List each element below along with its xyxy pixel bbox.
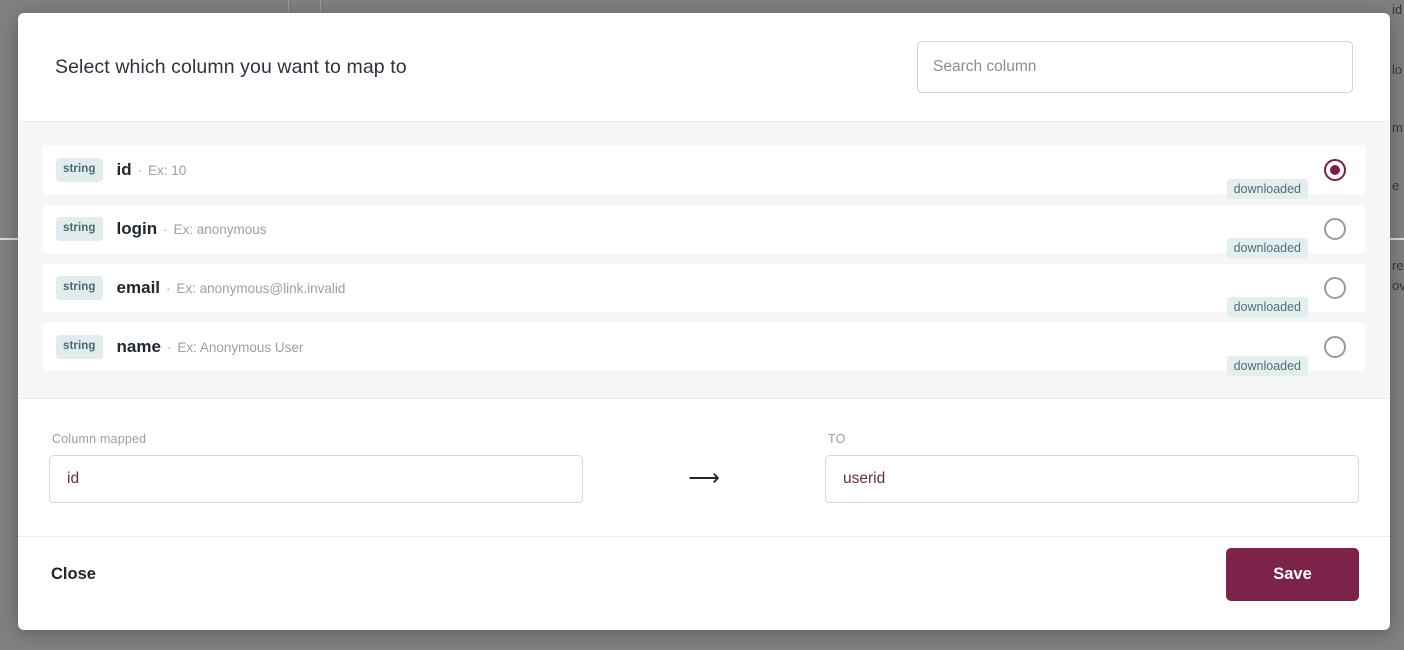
column-name: email — [117, 278, 160, 298]
background-column-divider — [320, 0, 321, 14]
column-separator: · — [167, 340, 171, 355]
target-column-group: TO userid — [825, 432, 1359, 503]
column-row[interactable]: string login · Ex: anonymous downloaded — [42, 205, 1366, 253]
column-separator: · — [163, 222, 167, 237]
column-example: Ex: anonymous — [174, 222, 267, 237]
column-row[interactable]: string email · Ex: anonymous@link.invali… — [42, 264, 1366, 312]
target-column-label: TO — [828, 432, 1359, 446]
column-radio-button[interactable] — [1324, 336, 1346, 358]
column-example: Ex: Anonymous User — [177, 340, 303, 355]
column-type-badge: string — [56, 276, 103, 300]
column-radio-button[interactable] — [1324, 218, 1346, 240]
column-status-badge: downloaded — [1227, 297, 1308, 317]
column-example: Ex: anonymous@link.invalid — [176, 281, 345, 296]
dialog-title: Select which column you want to map to — [55, 56, 407, 79]
mapping-section: Column mapped id ⟶ TO userid — [18, 399, 1390, 537]
background-text-fragment: m — [1392, 120, 1403, 135]
column-example: Ex: 10 — [148, 163, 186, 178]
source-column-label: Column mapped — [52, 432, 583, 446]
arrow-right-icon: ⟶ — [583, 467, 825, 489]
column-type-badge: string — [56, 335, 103, 359]
column-status-badge: downloaded — [1227, 179, 1308, 199]
column-radio-button[interactable] — [1324, 277, 1346, 299]
column-mapping-dialog: Select which column you want to map to s… — [18, 13, 1390, 630]
target-column-field[interactable]: userid — [825, 455, 1359, 503]
column-name: id — [117, 160, 132, 180]
background-text-fragment: re — [1392, 258, 1404, 273]
search-column-input[interactable] — [917, 41, 1353, 93]
background-text-fragment: lo — [1392, 62, 1402, 77]
column-status-badge: downloaded — [1227, 356, 1308, 376]
dialog-header: Select which column you want to map to — [18, 13, 1390, 121]
column-row[interactable]: string name · Ex: Anonymous User downloa… — [42, 323, 1366, 371]
column-radio-button[interactable] — [1324, 159, 1346, 181]
column-list: string id · Ex: 10 downloaded string log… — [18, 121, 1390, 399]
source-column-field[interactable]: id — [49, 455, 583, 503]
column-type-badge: string — [56, 158, 103, 182]
background-text-fragment: e — [1392, 178, 1399, 193]
background-right-text: id lo m e re ov — [1392, 0, 1404, 650]
dialog-footer: Close Save — [18, 537, 1390, 630]
source-column-group: Column mapped id — [49, 432, 583, 503]
save-button[interactable]: Save — [1226, 548, 1359, 601]
column-name: name — [117, 337, 161, 357]
background-column-divider — [288, 0, 289, 14]
column-type-badge: string — [56, 217, 103, 241]
column-separator: · — [138, 163, 142, 178]
background-text-fragment: ov — [1392, 278, 1404, 293]
background-text-fragment: id — [1392, 2, 1402, 17]
column-name: login — [117, 219, 158, 239]
column-row[interactable]: string id · Ex: 10 downloaded — [42, 146, 1366, 194]
close-button[interactable]: Close — [49, 559, 98, 590]
column-status-badge: downloaded — [1227, 238, 1308, 258]
column-separator: · — [166, 281, 170, 296]
